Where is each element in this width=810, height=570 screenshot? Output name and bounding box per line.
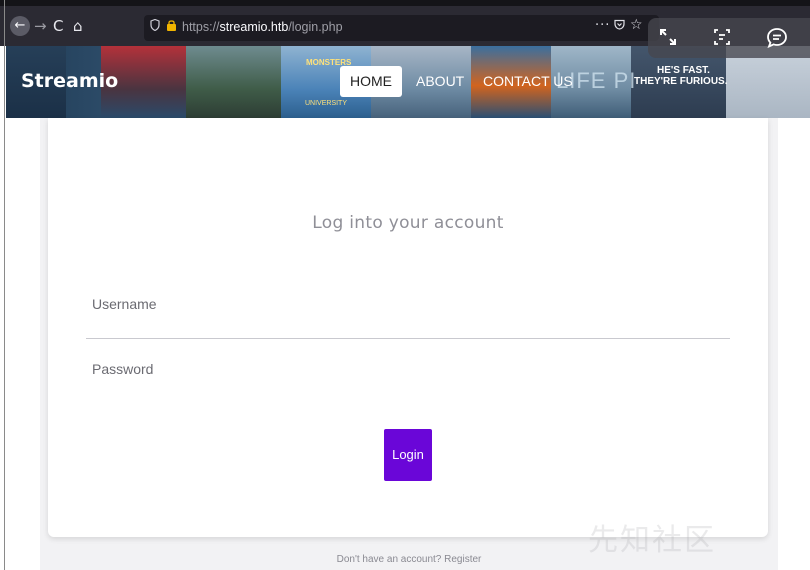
pocket-icon[interactable] [614,19,625,33]
screenshot-overlay-toolbar [648,18,810,58]
window-edge [4,0,5,570]
login-card: Log into your account Username Password … [48,118,768,537]
home-icon[interactable]: ⌂ [73,17,83,35]
poster-image [186,46,281,118]
poster-text: THEY'RE FURIOUS. [634,76,728,87]
login-heading: Log into your account [312,213,504,233]
url-domain: streamio.htb [219,20,289,34]
reload-icon[interactable]: C [53,17,63,35]
url-path: /login.php [288,20,343,34]
address-bar[interactable]: https://streamio.htb/login.php ··· ☆ [144,15,659,41]
nav-about-link[interactable]: ABOUT [416,73,464,89]
poster-text: HE'S FAST. [657,65,710,76]
watermark-text: 先知社区 [588,523,716,558]
forward-arrow-icon[interactable]: → [34,17,47,35]
username-underline [86,338,730,339]
nav-contact-link[interactable]: CONTACT US [483,73,573,89]
shield-icon[interactable] [150,18,160,34]
browser-window: ← → C ⌂ https://streamio.htb/login.php ·… [0,0,810,570]
expand-icon[interactable] [658,27,678,50]
password-field[interactable]: Password [92,361,153,377]
page-actions-menu-icon[interactable]: ··· [595,18,610,33]
url-scheme: https:// [182,20,220,34]
nav-home-link[interactable]: HOME [340,66,402,97]
text-recognize-icon[interactable] [712,27,732,50]
site-brand[interactable]: Streamio [21,70,118,92]
bookmark-star-icon[interactable]: ☆ [630,17,643,33]
username-field[interactable]: Username [92,296,157,312]
login-button[interactable]: Login [384,429,432,481]
lock-warning-icon[interactable] [166,19,177,34]
poster-text: UNIVERSITY [305,100,348,107]
chat-icon[interactable] [766,27,788,52]
back-arrow-icon[interactable]: ← [10,16,30,36]
url-text[interactable]: https://streamio.htb/login.php [182,20,343,34]
